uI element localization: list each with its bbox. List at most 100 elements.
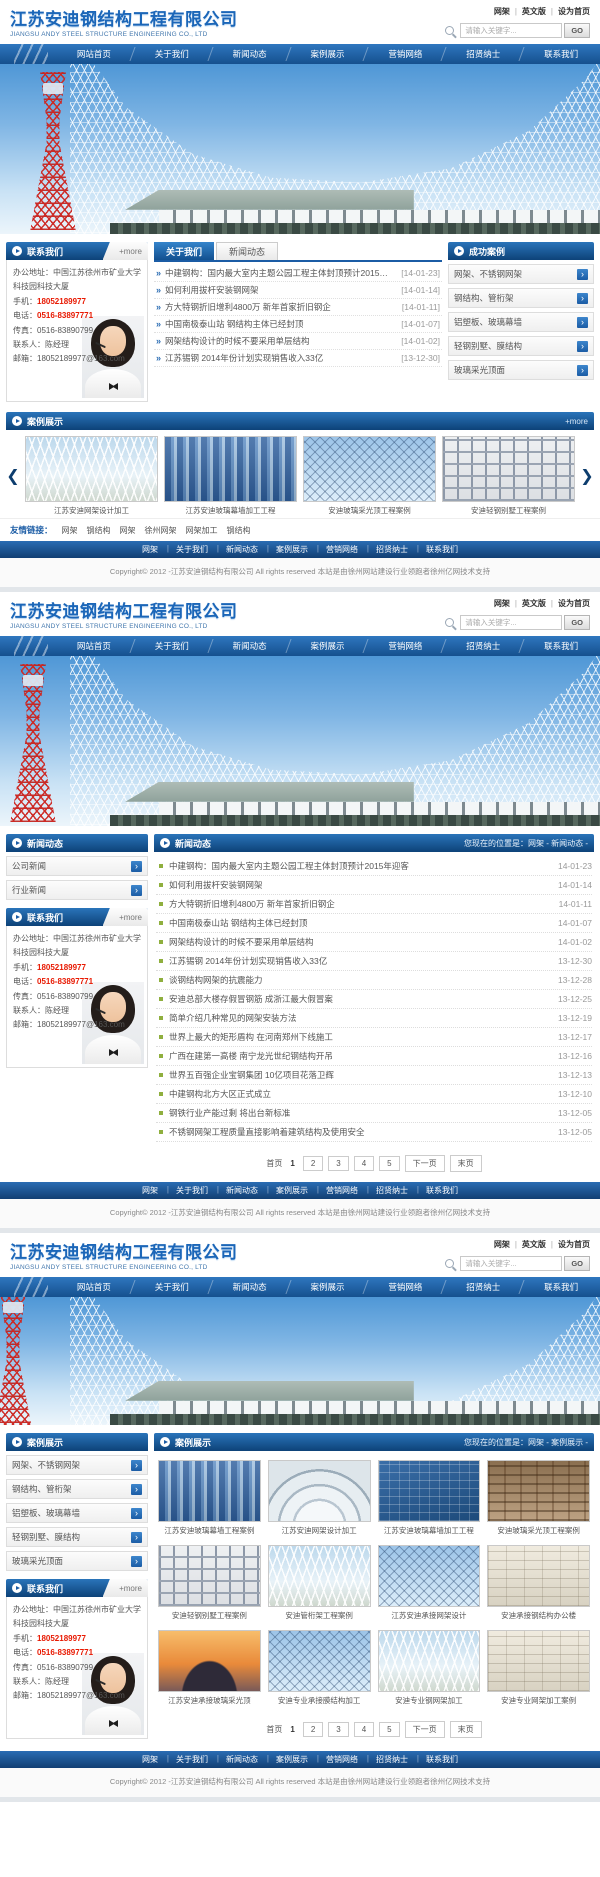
case-thumb[interactable]: 江苏安迪玻璃幕墙加工工程 <box>164 436 297 516</box>
carousel-next-button[interactable] <box>580 466 594 486</box>
news-item[interactable]: 钢铁行业产能过剩 将出台新标准13-12-05 <box>156 1104 592 1123</box>
search-input[interactable] <box>460 1256 562 1271</box>
gallery-item[interactable]: 江苏安迪承接玻璃采光顶 <box>158 1630 261 1706</box>
page-number[interactable]: 5 <box>379 1156 399 1171</box>
gallery-item[interactable]: 安迪专业钢网架加工 <box>378 1630 481 1706</box>
page-number[interactable]: 3 <box>328 1722 348 1737</box>
case-photo[interactable] <box>158 1545 261 1607</box>
case-category[interactable]: 网架、不锈钢网架 <box>448 264 594 284</box>
more-link[interactable]: +more <box>119 247 142 256</box>
news-category[interactable]: 行业新闻 <box>6 880 148 900</box>
news-item[interactable]: 谈钢结构网架的抗震能力13-12-28 <box>156 971 592 990</box>
case-category[interactable]: 钢结构、管桁架 <box>448 288 594 308</box>
footer-nav-item[interactable]: 招贤纳士 <box>367 1754 417 1765</box>
footer-nav-item[interactable]: 关于我们 <box>167 544 217 555</box>
case-photo[interactable] <box>378 1630 481 1692</box>
nav-item[interactable]: 联系我们 <box>522 44 600 64</box>
friend-link[interactable]: 徐州网架 <box>145 525 177 536</box>
top-link-set-home[interactable]: 设为首页 <box>558 598 590 609</box>
arrow-right-icon[interactable] <box>577 293 588 304</box>
case-category[interactable]: 铝塑板、玻璃幕墙 <box>6 1503 148 1523</box>
arrow-right-icon[interactable] <box>131 861 142 872</box>
gallery-item[interactable]: 安迪玻璃采光顶工程案例 <box>487 1460 590 1536</box>
footer-nav-item[interactable]: 联系我们 <box>417 1754 467 1765</box>
page-next[interactable]: 下一页 <box>405 1721 445 1738</box>
nav-item[interactable]: 招贤纳士 <box>444 44 522 64</box>
nav-item[interactable]: 案例展示 <box>289 1277 367 1297</box>
footer-nav-item[interactable]: 营销网络 <box>317 1185 367 1196</box>
footer-nav-item[interactable]: 案例展示 <box>267 544 317 555</box>
case-photo[interactable] <box>303 436 436 502</box>
friend-link[interactable]: 网架加工 <box>186 525 218 536</box>
nav-item[interactable]: 招贤纳士 <box>444 1277 522 1297</box>
gallery-item[interactable]: 安迪轻钢别墅工程案例 <box>158 1545 261 1621</box>
more-link[interactable]: +more <box>119 1584 142 1593</box>
news-item[interactable]: 广西在建第一高楼 南宁龙光世纪钢结构开吊13-12-16 <box>156 1047 592 1066</box>
showcase-more-link[interactable]: +more <box>565 417 588 426</box>
nav-item[interactable]: 联系我们 <box>522 636 600 656</box>
arrow-right-icon[interactable] <box>131 1556 142 1567</box>
case-photo[interactable] <box>158 1460 261 1522</box>
footer-nav-item[interactable]: 案例展示 <box>267 1754 317 1765</box>
arrow-right-icon[interactable] <box>577 269 588 280</box>
footer-nav-item[interactable]: 新闻动态 <box>217 544 267 555</box>
footer-nav-item[interactable]: 联系我们 <box>417 1185 467 1196</box>
nav-item[interactable]: 案例展示 <box>289 44 367 64</box>
nav-item[interactable]: 网站首页 <box>55 1277 133 1297</box>
page-number[interactable]: 4 <box>354 1722 374 1737</box>
news-item[interactable]: 中国南极泰山站 钢结构主体已经封顶14-01-07 <box>156 914 592 933</box>
news-item[interactable]: 江苏锡钢 2014年份计划实现销售收入33亿13-12-30 <box>156 952 592 971</box>
top-link-set-home[interactable]: 设为首页 <box>558 1239 590 1250</box>
page-last[interactable]: 末页 <box>450 1721 482 1738</box>
arrow-right-icon[interactable] <box>131 1532 142 1543</box>
news-category[interactable]: 公司新闻 <box>6 856 148 876</box>
case-thumb[interactable]: 安迪轻钢别墅工程案例 <box>442 436 575 516</box>
case-photo[interactable] <box>268 1630 371 1692</box>
arrow-right-icon[interactable] <box>131 1460 142 1471</box>
news-item[interactable]: 如何利用拔杆安装钢网架14-01-14 <box>156 876 592 895</box>
nav-item[interactable]: 网站首页 <box>55 44 133 64</box>
page-first[interactable]: 首页 <box>266 1724 282 1735</box>
nav-item[interactable]: 营销网络 <box>366 1277 444 1297</box>
news-item[interactable]: 不锈钢网架工程质量直接影响着建筑结构及使用安全13-12-05 <box>156 1123 592 1142</box>
footer-nav-item[interactable]: 网架 <box>133 1185 167 1196</box>
page-number[interactable]: 5 <box>379 1722 399 1737</box>
nav-item[interactable]: 营销网络 <box>366 44 444 64</box>
gallery-item[interactable]: 江苏安迪网架设计加工 <box>268 1460 371 1536</box>
friend-link[interactable]: 网架 <box>120 525 136 536</box>
gallery-item[interactable]: 安迪专业承接膜结构加工 <box>268 1630 371 1706</box>
search-go-button[interactable]: GO <box>564 1256 590 1271</box>
nav-item[interactable]: 关于我们 <box>133 44 211 64</box>
nav-item[interactable]: 关于我们 <box>133 636 211 656</box>
case-photo[interactable] <box>158 1630 261 1692</box>
news-item[interactable]: 中建钢构：国内最大室内主题公园工程主体封顶预计2015年迎客14-01-23 <box>156 857 592 876</box>
arrow-right-icon[interactable] <box>131 885 142 896</box>
top-link-english[interactable]: 英文版 <box>522 1239 546 1250</box>
nav-item[interactable]: 招贤纳士 <box>444 636 522 656</box>
page-next[interactable]: 下一页 <box>405 1155 445 1172</box>
page-first[interactable]: 首页 <box>266 1158 282 1169</box>
case-thumb[interactable]: 江苏安迪网架设计加工 <box>25 436 158 516</box>
news-item[interactable]: 中建钢构北方大区正式成立13-12-10 <box>156 1085 592 1104</box>
search-go-button[interactable]: GO <box>564 615 590 630</box>
footer-nav-item[interactable]: 关于我们 <box>167 1185 217 1196</box>
footer-nav-item[interactable]: 网架 <box>133 544 167 555</box>
news-item[interactable]: 网架结构设计的时候不要采用单层结构14-01-02 <box>156 933 592 952</box>
nav-item[interactable]: 案例展示 <box>289 636 367 656</box>
top-link-set-home[interactable]: 设为首页 <box>558 6 590 17</box>
friend-link[interactable]: 钢结构 <box>87 525 111 536</box>
case-category[interactable]: 玻璃采光顶面 <box>6 1551 148 1571</box>
page-number[interactable]: 2 <box>303 1156 323 1171</box>
footer-nav-item[interactable]: 营销网络 <box>317 544 367 555</box>
nav-item[interactable]: 联系我们 <box>522 1277 600 1297</box>
nav-item[interactable]: 营销网络 <box>366 636 444 656</box>
case-category[interactable]: 玻璃采光顶面 <box>448 360 594 380</box>
case-category[interactable]: 网架、不锈钢网架 <box>6 1455 148 1475</box>
news-item[interactable]: 世界上最大的矩形盾构 在河南郑州下线施工13-12-17 <box>156 1028 592 1047</box>
news-item[interactable]: 方大特钢折旧增利4800万 新年首家折旧钢企14-01-11 <box>156 895 592 914</box>
news-item[interactable]: 简单介绍几种常见的网架安装方法13-12-19 <box>156 1009 592 1028</box>
news-item[interactable]: 安迪总部大楼存假冒钢筋 成浙江最大假冒案13-12-25 <box>156 990 592 1009</box>
nav-item[interactable]: 关于我们 <box>133 1277 211 1297</box>
footer-nav-item[interactable]: 联系我们 <box>417 544 467 555</box>
gallery-item[interactable]: 安迪管桁架工程案例 <box>268 1545 371 1621</box>
